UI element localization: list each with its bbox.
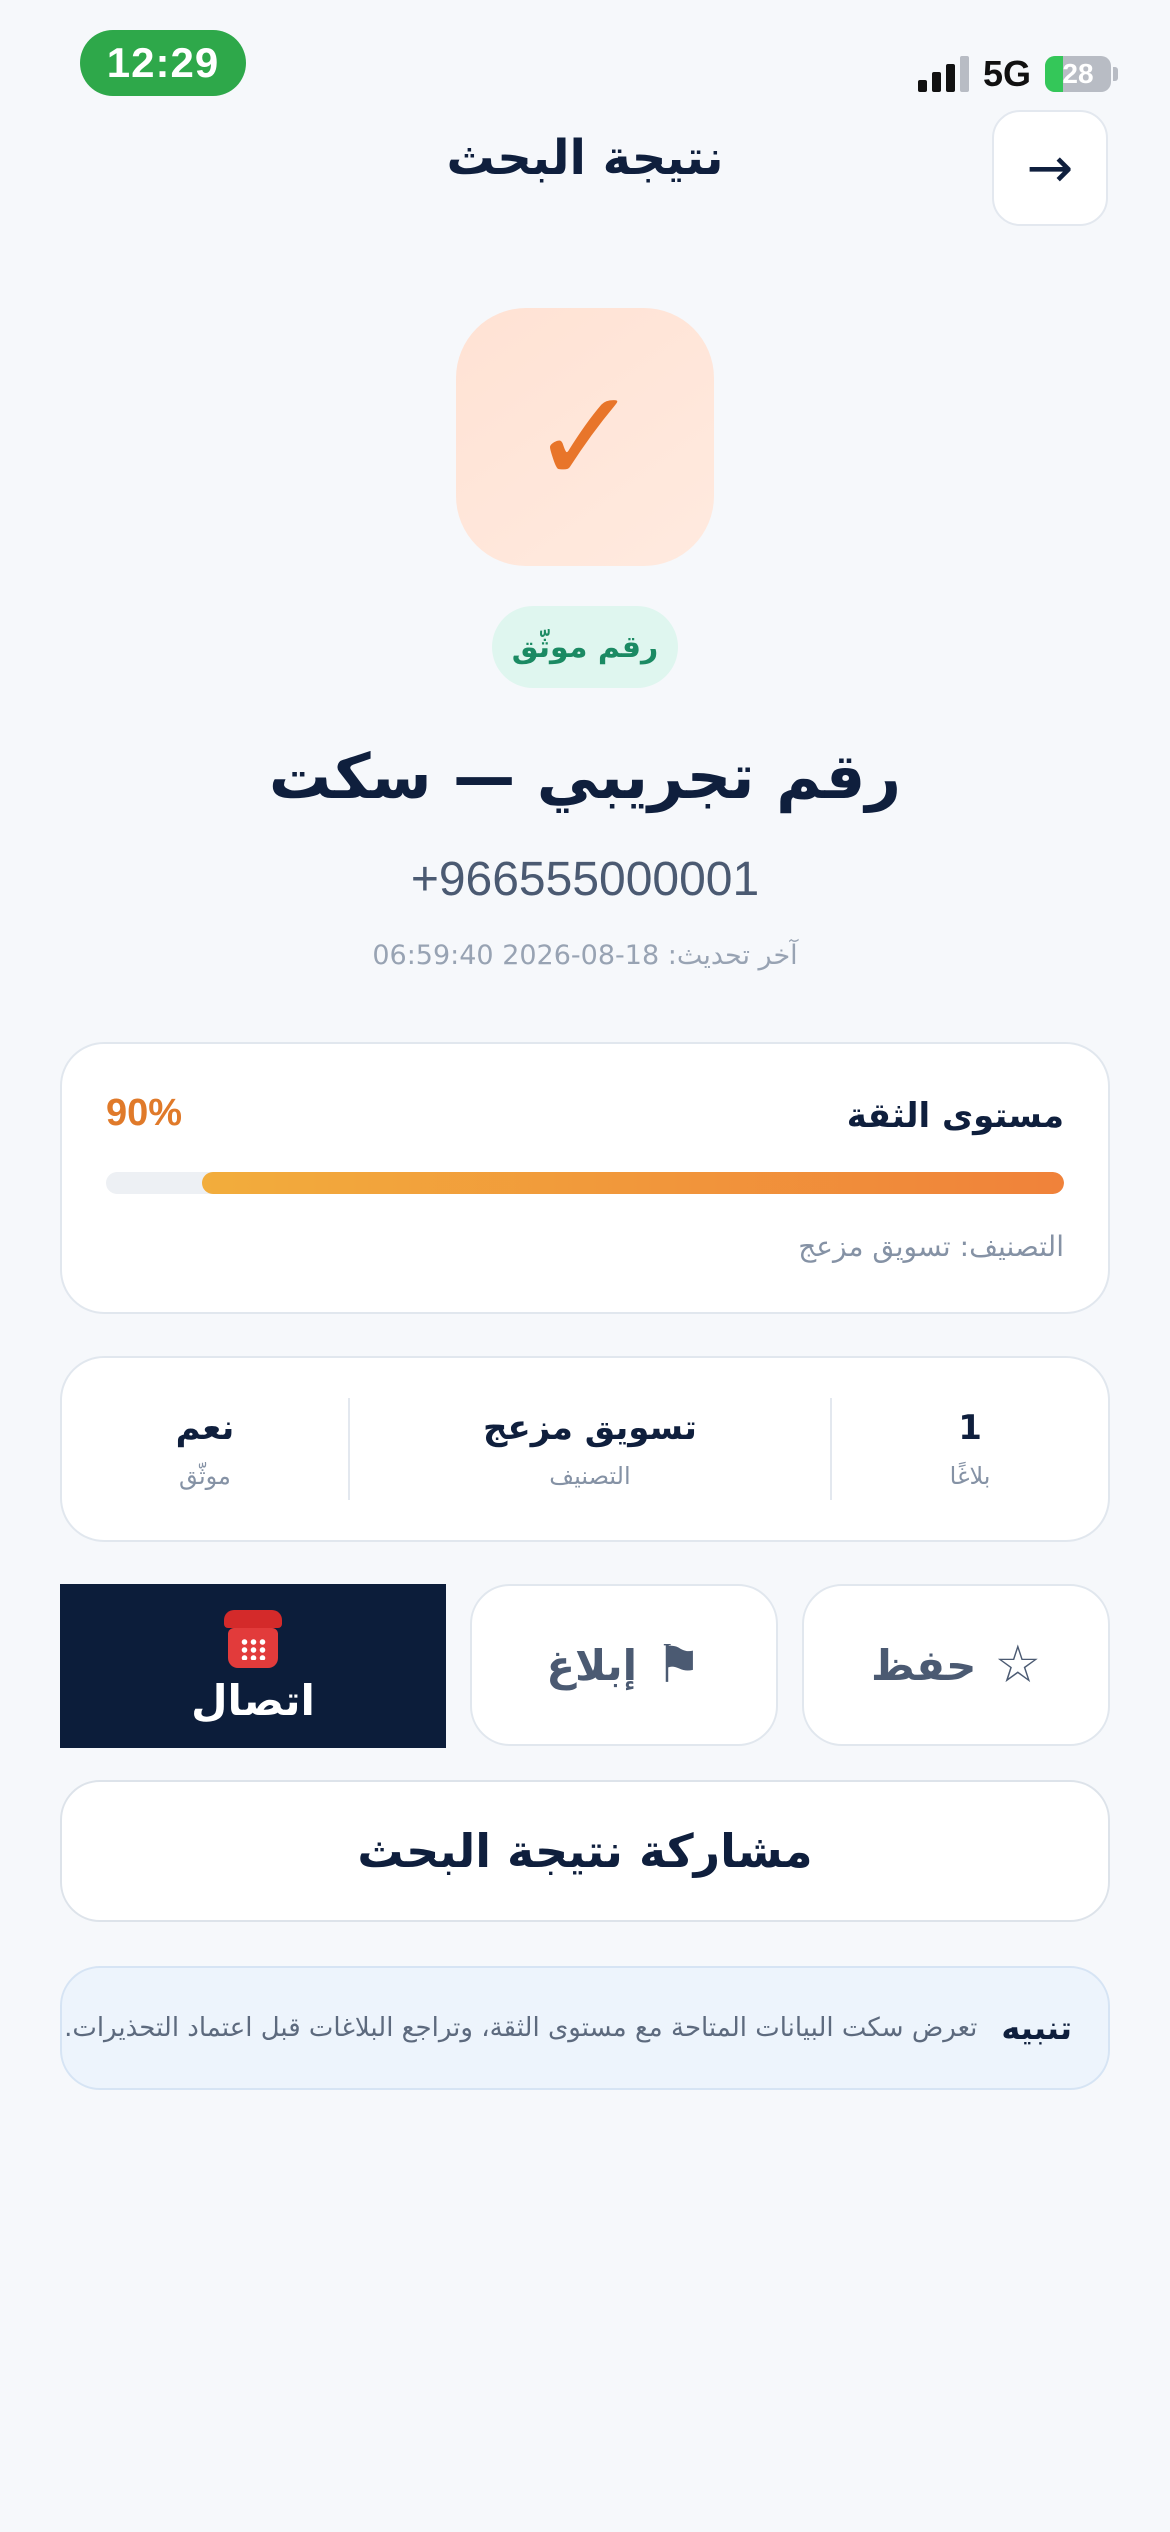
call-label: اتصال (191, 1675, 315, 1725)
stat-category: تسويق مزعج التصنيف (350, 1358, 830, 1540)
trust-percent: 90% (106, 1092, 183, 1134)
stat-label: موثّق (178, 1462, 231, 1490)
telephone-icon (222, 1608, 284, 1670)
call-button[interactable]: اتصال (60, 1584, 446, 1748)
stat-label: التصنيف (549, 1462, 631, 1490)
notice-title: تنبيه (1001, 2009, 1072, 2047)
status-indicators: 5G 28 (917, 52, 1118, 96)
notice-box: تنبيه تعرض سكت البيانات المتاحة مع مستوى… (60, 1966, 1110, 2090)
stat-value: 1 (958, 1408, 982, 1448)
trust-label: مستوى الثقة (846, 1096, 1064, 1136)
page-title: نتيجة البحث (446, 130, 724, 186)
trust-progress-bar (106, 1172, 1064, 1194)
stats-card: 1 بلاغًا تسويق مزعج التصنيف نعم موثّق (60, 1356, 1110, 1542)
status-time: 12:29 (80, 30, 246, 96)
trust-category: التصنيف: تسويق مزعج (798, 1230, 1064, 1263)
checkmark-icon: ✓ (530, 361, 640, 513)
contact-name: رقم تجريبي — سكت (268, 740, 902, 813)
signal-icon (917, 56, 969, 92)
save-label: حفظ (870, 1640, 977, 1690)
divider (830, 1398, 833, 1500)
notice-text: تعرض سكت البيانات المتاحة مع مستوى الثقة… (64, 2013, 978, 2043)
screen: 12:29 5G 28 → نتيجة البحث ✓ رقم موثّق رق… (0, 0, 1170, 2532)
stat-label: بلاغًا (949, 1462, 991, 1490)
star-icon: ☆ (994, 1635, 1042, 1695)
network-label: 5G (982, 53, 1031, 94)
trust-card: مستوى الثقة 90% التصنيف: تسويق مزعج (60, 1042, 1110, 1314)
battery-level: 28 (1062, 58, 1094, 89)
stat-value: تسويق مزعج (483, 1408, 697, 1448)
trust-progress-fill (201, 1172, 1064, 1194)
divider (347, 1398, 350, 1500)
report-label: إبلاغ (546, 1640, 638, 1690)
stat-value: نعم (175, 1408, 235, 1448)
battery-icon: 28 (1045, 56, 1118, 92)
phone-number: +966555000001 (410, 853, 760, 906)
verified-badge: رقم موثّق (492, 606, 678, 688)
save-button[interactable]: ☆ حفظ (802, 1584, 1110, 1746)
share-button[interactable]: مشاركة نتيجة البحث (60, 1780, 1110, 1922)
stat-reports: 1 بلاغًا (832, 1358, 1108, 1540)
stat-verified: نعم موثّق (62, 1358, 348, 1540)
last-updated: آخر تحديث: 18-08-2026 06:59:40 (372, 940, 798, 971)
report-button[interactable]: ⚑ إبلاغ (470, 1584, 778, 1746)
verified-tile: ✓ (456, 308, 714, 566)
share-label: مشاركة نتيجة البحث (357, 1824, 813, 1878)
flag-icon: ⚑ (655, 1635, 702, 1695)
